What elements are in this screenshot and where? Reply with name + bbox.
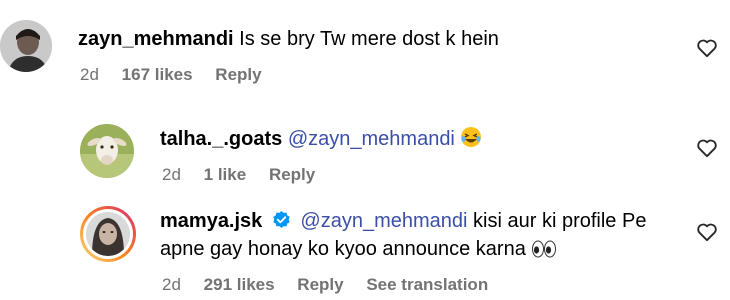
username[interactable]: mamya.jsk: [160, 210, 262, 232]
comment-text: talha._.goats @zayn_mehmandi: [160, 126, 482, 152]
timestamp: 2d: [162, 165, 181, 184]
story-ring-avatar[interactable]: [80, 206, 136, 262]
comment-text-line-2: apne gay honay ko kyoo announce karna: [160, 236, 557, 262]
comment-text-line-1: mamya.jsk @zayn_mehmandi kisi aur ki pro…: [160, 208, 646, 234]
heart-icon[interactable]: [696, 38, 718, 58]
see-translation-button[interactable]: See translation: [366, 275, 488, 294]
timestamp: 2d: [162, 275, 181, 294]
comment-meta: 2d 1 like Reply: [162, 165, 333, 185]
avatar-image: [0, 20, 52, 72]
likes-count[interactable]: 1 like: [204, 165, 247, 184]
verified-badge-icon: [273, 210, 290, 229]
reply-button[interactable]: Reply: [297, 275, 343, 294]
mention-link[interactable]: @zayn_mehmandi: [288, 128, 455, 150]
comment-meta: 2d 167 likes Reply: [80, 65, 280, 85]
likes-count[interactable]: 291 likes: [204, 275, 275, 294]
laughing-emoji-icon: [461, 127, 482, 147]
comment-meta: 2d 291 likes Reply See translation: [162, 275, 506, 295]
comment-text: zayn_mehmandi Is se bry Tw mere dost k h…: [78, 26, 499, 52]
username[interactable]: zayn_mehmandi: [78, 28, 234, 50]
mention-link[interactable]: @zayn_mehmandi: [300, 210, 467, 232]
comment-body: kisi aur ki profile Pe: [473, 210, 647, 232]
avatar-image: [80, 124, 134, 178]
avatar[interactable]: [0, 20, 52, 72]
reply-button[interactable]: Reply: [269, 165, 315, 184]
avatar[interactable]: [80, 124, 134, 178]
avatar-image: [86, 212, 130, 256]
timestamp: 2d: [80, 65, 99, 84]
likes-count[interactable]: 167 likes: [122, 65, 193, 84]
eyes-emoji-icon: [532, 240, 557, 258]
username[interactable]: talha._.goats: [160, 128, 282, 150]
heart-icon[interactable]: [696, 222, 718, 242]
comment-body: Is se bry Tw mere dost k hein: [239, 28, 499, 50]
reply-button[interactable]: Reply: [215, 65, 261, 84]
comment-body: apne gay honay ko kyoo announce karna: [160, 238, 526, 260]
heart-icon[interactable]: [696, 138, 718, 158]
